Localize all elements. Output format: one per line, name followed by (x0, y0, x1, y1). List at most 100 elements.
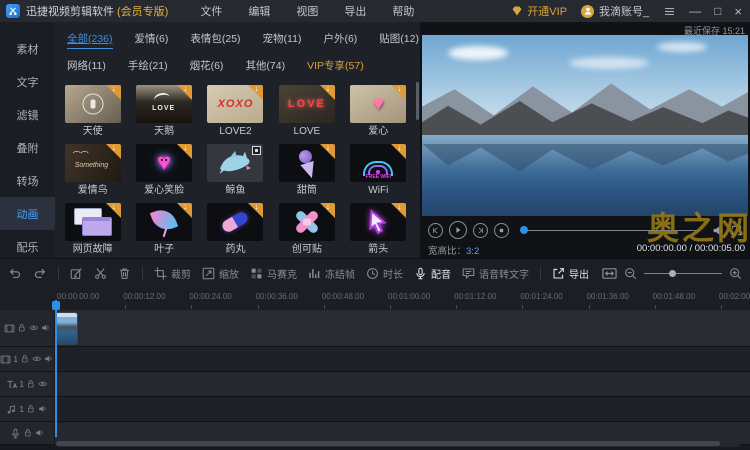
crop-button[interactable]: 裁剪 (154, 266, 191, 281)
sticker-item[interactable]: ↓ 创可贴 (271, 196, 342, 255)
tab-love[interactable]: 爱情(6) (135, 31, 169, 49)
account-button[interactable]: 我滴账号_ (581, 3, 649, 19)
timeline-ruler[interactable]: 00:00:00.00 00:00:12.00 00:00:24.00 00:00:3… (0, 288, 750, 311)
sticker-thumbnail-band-aid[interactable]: ↓ (278, 203, 335, 241)
sticker-thumbnail-love-birds[interactable]: ⌒⌒ Something ↓ (64, 144, 121, 182)
timeline-zoom-slider[interactable] (644, 270, 722, 277)
maximize-button[interactable]: □ (714, 5, 721, 17)
sidebar-item-overlay[interactable]: 叠附 (0, 131, 55, 164)
sticker-thumbnail-swan-love[interactable]: LOVE ↓ (136, 85, 193, 123)
speaker-icon[interactable] (41, 323, 51, 333)
stop-button[interactable] (494, 222, 509, 238)
track-pip-lane[interactable] (55, 347, 750, 371)
aspect-ratio[interactable]: 宽高比：3:2 (428, 243, 479, 257)
film-icon[interactable] (4, 323, 15, 334)
fit-timeline-icon[interactable] (602, 266, 617, 281)
tab-firework[interactable]: 烟花(6) (190, 58, 224, 75)
menu-export[interactable]: 导出 (344, 3, 366, 19)
sticker-item[interactable]: 鲸鱼 (200, 137, 271, 196)
sticker-thumbnail-angel[interactable]: ↓ (64, 85, 121, 123)
sticker-thumbnail-neon-wifi[interactable]: FREE WIFI ↓ (350, 144, 407, 182)
track-text-header[interactable]: 1 (0, 372, 55, 396)
sticker-thumbnail-dolphin[interactable] (207, 144, 264, 182)
tab-all[interactable]: 全部(236) (67, 31, 113, 49)
tab-network[interactable]: 网络(11) (67, 58, 106, 75)
speaker-icon[interactable] (44, 354, 54, 364)
lock-icon[interactable] (26, 379, 36, 389)
zoom-in-icon[interactable] (729, 267, 742, 280)
playhead-handle[interactable] (52, 301, 60, 310)
sticker-item[interactable]: ↓ 甜筒 (271, 137, 342, 196)
sticker-item[interactable]: ↓ 叶子 (128, 196, 199, 255)
track-music-lane[interactable] (55, 397, 750, 421)
voice-to-text-button[interactable]: 语音转文字 (462, 266, 529, 281)
sticker-item[interactable]: LOVE ↓ 天鹅 (128, 78, 199, 137)
prev-frame-button[interactable] (428, 222, 443, 238)
undo-button[interactable] (8, 267, 22, 281)
tab-sticker[interactable]: 贴图(12) (379, 31, 419, 49)
lock-icon[interactable] (20, 354, 30, 364)
track-video-header[interactable] (0, 310, 55, 346)
sidebar-item-filter[interactable]: 滤镜 (0, 98, 55, 131)
track-voice-header[interactable] (0, 422, 55, 444)
sticker-thumbnail-ice-cream[interactable]: ↓ (278, 144, 335, 182)
redo-button[interactable] (33, 267, 47, 281)
sticker-item[interactable]: ↓ 药丸 (200, 196, 271, 255)
timeline-scrollbar[interactable] (55, 440, 740, 447)
speaker-icon[interactable] (35, 428, 45, 438)
zoom-slider-handle[interactable] (668, 270, 676, 277)
menu-help[interactable]: 帮助 (392, 3, 414, 19)
video-clip[interactable] (55, 312, 78, 345)
lock-icon[interactable] (23, 428, 33, 438)
play-button[interactable] (449, 221, 467, 239)
seek-handle[interactable] (520, 226, 528, 234)
sticker-thumbnail-cursor-arrow[interactable]: ↓ (350, 203, 407, 241)
sidebar-item-material[interactable]: 素材 (0, 32, 55, 65)
menu-file[interactable]: 文件 (200, 3, 222, 19)
track-pip-header[interactable]: 1 (0, 347, 55, 371)
sticker-item[interactable]: FREE WIFI ↓ WiFi (343, 137, 414, 196)
lock-icon[interactable] (17, 323, 27, 333)
sticker-item[interactable]: XOXO ↓ LOVE2 (200, 78, 271, 137)
sticker-item[interactable]: ♥ ↓ 爱心 (343, 78, 414, 137)
eye-icon[interactable] (29, 323, 39, 333)
menu-view[interactable]: 视图 (296, 3, 318, 19)
export-button[interactable]: 导出 (552, 266, 589, 281)
mosaic-button[interactable]: 马赛克 (250, 266, 297, 281)
tab-vip[interactable]: VIP专享(57) (307, 58, 364, 75)
mic-button[interactable]: 配音 (414, 266, 451, 281)
track-video-lane[interactable] (55, 310, 750, 346)
next-frame-button[interactable] (473, 222, 488, 238)
fullscreen-icon[interactable] (731, 225, 742, 236)
menu-edit[interactable]: 编辑 (248, 3, 270, 19)
note-icon[interactable] (6, 404, 17, 415)
edit-button[interactable] (70, 267, 83, 280)
film-icon[interactable] (0, 354, 11, 365)
sticker-item[interactable]: ↓ 网页故障 (57, 196, 128, 255)
sticker-thumbnail-xoxo[interactable]: XOXO ↓ (207, 85, 264, 123)
mic-icon[interactable] (10, 428, 21, 439)
tab-hand-drawn[interactable]: 手绘(21) (128, 58, 168, 75)
speaker-icon[interactable] (38, 404, 48, 414)
sidebar-item-transition[interactable]: 转场 (0, 164, 55, 197)
window-menu-icon[interactable] (663, 5, 676, 18)
lock-icon[interactable] (26, 404, 36, 414)
sticker-item[interactable]: ⌒⌒ Something ↓ 爱情鸟 (57, 137, 128, 196)
sticker-item[interactable]: LOVE ↓ LOVE (271, 78, 342, 137)
tab-pet[interactable]: 宠物(11) (263, 31, 302, 49)
sidebar-item-animation[interactable]: 动画 (0, 197, 55, 230)
sidebar-item-text[interactable]: 文字 (0, 65, 55, 98)
zoom-out-icon[interactable] (624, 267, 637, 280)
tab-emoji[interactable]: 表情包(25) (190, 31, 240, 49)
sticker-item[interactable]: ↓ 箭头 (343, 196, 414, 255)
track-music-header[interactable]: 1 (0, 397, 55, 421)
tab-outdoor[interactable]: 户外(6) (323, 31, 357, 49)
open-vip-button[interactable]: 开通VIP (511, 3, 567, 19)
sticker-item[interactable]: ♥ • • ↓ 爱心笑脸 (128, 137, 199, 196)
sticker-thumbnail-pink-heart[interactable]: ♥ ↓ (350, 85, 407, 123)
sticker-thumbnail-love-text[interactable]: LOVE ↓ (278, 85, 335, 123)
seek-bar[interactable] (520, 226, 700, 234)
sticker-thumbnail-neon-heart-smiley[interactable]: ♥ • • ↓ (136, 144, 193, 182)
minimize-button[interactable]: — (689, 5, 701, 17)
text-track-icon[interactable] (6, 379, 17, 390)
